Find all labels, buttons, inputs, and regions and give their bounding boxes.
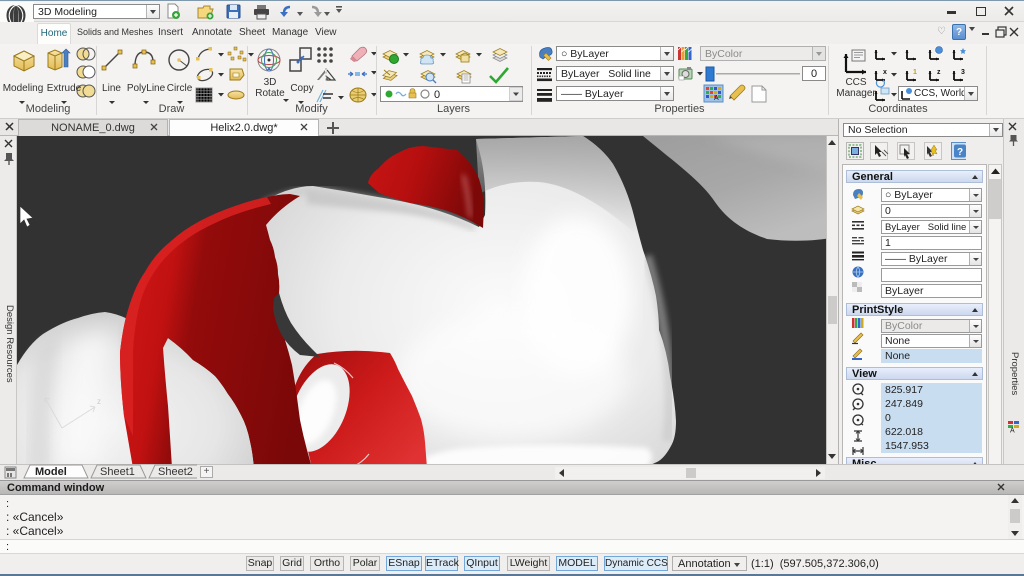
svg-text:?: ? xyxy=(957,147,963,158)
svg-text:z: z xyxy=(97,397,101,406)
svg-text:x: x xyxy=(883,69,887,76)
svg-text:z: z xyxy=(937,69,941,76)
svg-text:A: A xyxy=(714,95,719,102)
svg-text:3: 3 xyxy=(961,69,965,76)
svg-text:0: 0 xyxy=(434,89,440,101)
svg-text:A: A xyxy=(1010,428,1015,434)
svg-text:1: 1 xyxy=(913,69,917,76)
